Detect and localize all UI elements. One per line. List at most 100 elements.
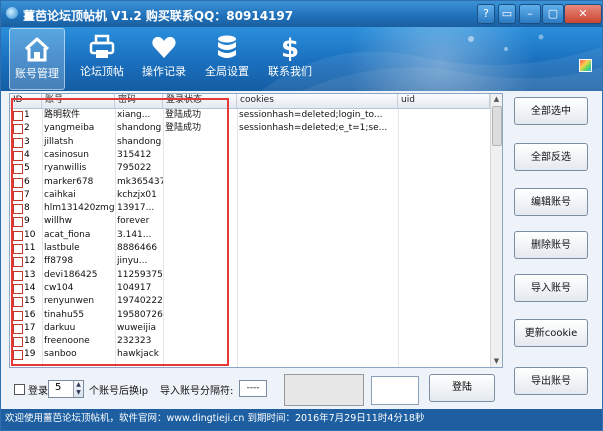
- row-checkbox[interactable]: [13, 310, 23, 321]
- select-all-button[interactable]: 全部选中: [514, 97, 588, 125]
- row-checkbox[interactable]: [13, 124, 23, 135]
- row-checkbox[interactable]: [13, 244, 23, 254]
- column-header-cookies[interactable]: cookies: [237, 94, 398, 108]
- uid-cell: [398, 162, 490, 175]
- cookies-cell: [237, 255, 398, 268]
- id-cell: 11: [24, 243, 36, 253]
- row-checkbox[interactable]: [13, 150, 23, 161]
- table-row[interactable]: 12 ff8798 jinyu...: [10, 255, 490, 268]
- row-checkbox[interactable]: [13, 283, 23, 294]
- tab-forum-bump[interactable]: 论坛顶帖: [75, 27, 129, 87]
- table-row[interactable]: 4 casinosun 315412: [10, 149, 490, 162]
- row-checkbox[interactable]: [13, 111, 23, 121]
- maximize-button[interactable]: ▢: [542, 4, 564, 24]
- account-cell: darkuu: [44, 322, 76, 333]
- uid-cell: [398, 269, 490, 282]
- id-cell: 15: [24, 296, 36, 307]
- table-row[interactable]: 5 ryanwillis 795022: [10, 162, 490, 175]
- minimize-button[interactable]: –: [519, 4, 541, 24]
- uid-cell: [398, 282, 490, 295]
- id-cell: 5: [24, 163, 30, 174]
- table-row[interactable]: 6 marker678 mk365437: [10, 176, 490, 189]
- uid-cell: [398, 322, 490, 335]
- column-header-password[interactable]: 密码: [115, 94, 163, 108]
- tab-label: 账号管理: [15, 67, 59, 80]
- status-cell: [163, 176, 237, 189]
- login-checkbox[interactable]: [14, 384, 25, 395]
- cookies-cell: [237, 282, 398, 295]
- import-accounts-button[interactable]: 导入账号: [514, 274, 588, 302]
- row-checkbox[interactable]: [13, 164, 23, 175]
- captcha-input[interactable]: [371, 376, 419, 405]
- edit-account-button[interactable]: 编辑账号: [514, 188, 588, 216]
- id-cell: 18: [24, 336, 36, 347]
- app-logo-icon: [6, 7, 18, 19]
- table-row[interactable]: 8 hlm131420zmg 13917...: [10, 202, 490, 215]
- row-checkbox[interactable]: [13, 257, 23, 268]
- status-cell: [163, 136, 237, 149]
- row-checkbox[interactable]: [13, 137, 23, 148]
- row-checkbox[interactable]: [13, 337, 23, 348]
- tab-global-settings[interactable]: 全局设置: [199, 27, 255, 87]
- account-cell: casinosun: [44, 149, 89, 160]
- column-header-account[interactable]: 账号: [42, 94, 115, 108]
- account-cell: renyunwen: [44, 296, 95, 307]
- table-row[interactable]: 1 路明软件 xiang... 登陆成功 sessionhash=deleted;log…: [10, 109, 490, 122]
- row-checkbox[interactable]: [13, 297, 23, 308]
- table-row[interactable]: 19 sanboo hawkjack: [10, 348, 490, 361]
- table-row[interactable]: 7 caihkai kchzjx01: [10, 189, 490, 202]
- row-checkbox[interactable]: [13, 217, 23, 228]
- tab-operation-log[interactable]: 操作记录: [137, 27, 191, 87]
- table-row[interactable]: 15 renyunwen 19740222: [10, 295, 490, 308]
- cookies-cell: [237, 215, 398, 228]
- table-row[interactable]: 16 tinahu55 19580726: [10, 309, 490, 322]
- heart-icon: [152, 36, 176, 58]
- update-cookie-button[interactable]: 更新cookie: [514, 319, 588, 347]
- table-row[interactable]: 11 lastbule 8886466: [10, 242, 490, 255]
- cookies-cell: [237, 269, 398, 282]
- captcha-image-box: [284, 374, 364, 406]
- id-cell: 4: [24, 149, 30, 160]
- cookies-cell: sessionhash=deleted;e_t=1;se...: [239, 123, 388, 134]
- table-row[interactable]: 17 darkuu wuweijia: [10, 322, 490, 335]
- row-checkbox[interactable]: [13, 323, 23, 334]
- table-row[interactable]: 2 yangmeiba shandong 登陆成功 sessionhash=delete…: [10, 122, 490, 135]
- tab-account-management[interactable]: 账号管理: [9, 28, 65, 90]
- account-cell: ryanwillis: [44, 163, 87, 174]
- database-icon: [218, 35, 236, 58]
- account-count-stepper[interactable]: 5 ▲ ▼: [48, 380, 84, 398]
- column-header-uid[interactable]: uid: [398, 94, 490, 108]
- delete-account-button[interactable]: 删除账号: [514, 231, 588, 259]
- password-cell: shandong: [117, 136, 162, 147]
- separator-input[interactable]: ----: [239, 380, 267, 397]
- row-checkbox[interactable]: [13, 270, 23, 281]
- spinner-arrows-icon[interactable]: ▲ ▼: [73, 381, 83, 397]
- table-scrollbar[interactable]: ▲ ▼: [490, 94, 502, 367]
- table-row[interactable]: 18 freenoone 232323: [10, 335, 490, 348]
- row-checkbox[interactable]: [13, 204, 23, 215]
- table-row[interactable]: 9 willhw forever: [10, 215, 490, 228]
- row-checkbox[interactable]: [13, 190, 23, 201]
- account-cell: caihkai: [44, 189, 76, 200]
- color-palette-icon[interactable]: [579, 59, 592, 72]
- row-checkbox[interactable]: [13, 177, 23, 188]
- table-row[interactable]: 3 jillatsh shandong: [10, 136, 490, 149]
- scroll-down-icon[interactable]: ▼: [491, 356, 502, 367]
- row-checkbox[interactable]: [13, 230, 23, 241]
- tab-contact-us[interactable]: $ 联系我们: [263, 27, 317, 87]
- table-row[interactable]: 13 devi186425 11259375: [10, 269, 490, 282]
- column-header-id[interactable]: ID: [10, 94, 42, 108]
- row-checkbox[interactable]: [13, 350, 23, 361]
- account-cell: tinahu55: [44, 309, 85, 320]
- help-button[interactable]: ?: [477, 4, 495, 24]
- login-button[interactable]: 登陆: [429, 374, 495, 402]
- scroll-thumb[interactable]: [492, 106, 502, 146]
- skin-button[interactable]: ▭: [498, 4, 516, 24]
- table-row[interactable]: 10 acat_fiona 3.141...: [10, 229, 490, 242]
- column-header-status[interactable]: 登录状态: [163, 94, 237, 108]
- table-row[interactable]: 14 cw104 104917: [10, 282, 490, 295]
- scroll-up-icon[interactable]: ▲: [491, 94, 502, 105]
- invert-selection-button[interactable]: 全部反选: [514, 143, 588, 171]
- close-button[interactable]: ✕: [564, 4, 602, 24]
- account-table[interactable]: ID 账号 密码 登录状态 cookies uid 1 路明软件 xiang... 登…: [9, 93, 503, 368]
